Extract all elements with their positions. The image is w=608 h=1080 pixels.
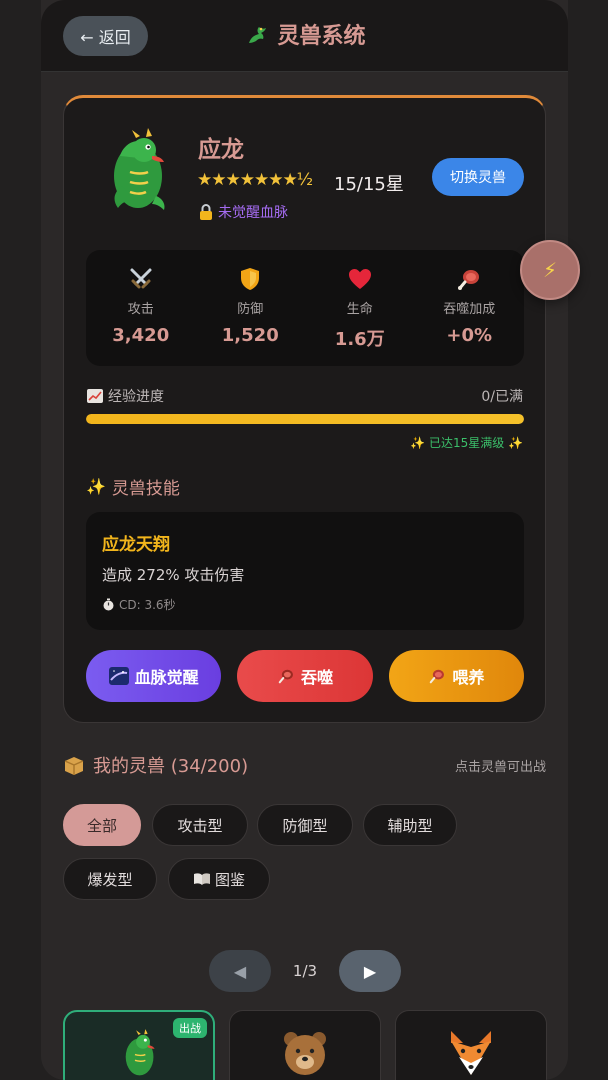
skill-heading-text: 灵兽技能: [111, 479, 180, 499]
skill-description: 造成 272% 攻击伤害: [102, 566, 245, 584]
stat-attack: 攻击 3,420: [86, 250, 196, 366]
exp-label-text: 经验进度: [108, 389, 164, 405]
exp-value: 0/已满: [481, 389, 523, 405]
meat-icon: [458, 270, 480, 290]
stat-value: 1,520: [221, 325, 279, 346]
swords-icon: [130, 268, 152, 289]
max-level-note: ✨ 已达15星满级 ✨: [410, 436, 523, 450]
prev-page-button[interactable]: ◀: [209, 950, 271, 992]
bloodline-status: 未觉醒血脉: [198, 202, 288, 222]
beast-detail-card: 应龙 ★★★★★★★½ 15/15星 未觉醒血脉 切换灵兽 攻击 3,420 防…: [63, 95, 546, 723]
skill-heading: ✨ 灵兽技能: [86, 474, 180, 499]
awaken-bloodline-button[interactable]: 血脉觉醒: [86, 650, 222, 702]
star-count: 15/15星: [334, 174, 404, 195]
skill-cooldown: CD: 3.6秒: [102, 596, 176, 613]
stats-panel: 攻击 3,420 防御 1,520 生命 1.6万 吞噬加成 +0%: [86, 250, 524, 366]
pagination: ◀ 1/3 ▶: [209, 950, 401, 992]
skill-box: 应龙天翔 造成 272% 攻击伤害 CD: 3.6秒: [86, 512, 524, 630]
stat-label: 吞噬加成: [443, 302, 496, 317]
filter-codex[interactable]: 图鉴: [168, 858, 270, 900]
feed-button[interactable]: 喂养: [388, 650, 524, 702]
deployed-badge: 出战: [173, 1018, 207, 1038]
lightning-icon: ⚡: [542, 258, 558, 282]
shield-icon: [241, 268, 260, 290]
awaken-label: 血脉觉醒: [134, 668, 199, 687]
filter-all[interactable]: 全部: [63, 804, 141, 846]
devour-label: 吞噬: [300, 668, 333, 687]
deploy-hint: 点击灵兽可出战: [454, 760, 546, 775]
stat-label: 攻击: [127, 302, 154, 317]
sparkles-icon: ✨: [86, 477, 106, 496]
filter-burst[interactable]: 爆发型: [63, 858, 157, 900]
stopwatch-icon: [103, 598, 114, 611]
stat-defense: 防御 1,520: [196, 250, 306, 366]
skill-name: 应龙天翔: [102, 535, 170, 555]
beast-card[interactable]: [395, 1010, 547, 1080]
lock-icon: [200, 204, 212, 220]
feed-label: 喂养: [452, 668, 485, 687]
dragon-icon: [114, 128, 165, 210]
my-beasts-heading: 我的灵兽 (34/200): [63, 752, 248, 778]
heart-icon: [348, 269, 371, 289]
triangle-right-icon: ▶: [363, 961, 377, 981]
switch-beast-button[interactable]: 切换灵兽: [432, 158, 524, 196]
stat-value: +0%: [446, 325, 493, 346]
devour-button[interactable]: 吞噬: [237, 650, 373, 702]
quick-action-button[interactable]: ⚡: [520, 240, 580, 300]
beast-card[interactable]: [229, 1010, 381, 1080]
my-beasts-title: 我的灵兽 (34/200): [93, 756, 249, 777]
page-title: 灵兽系统: [41, 18, 568, 50]
filter-defense[interactable]: 防御型: [257, 804, 353, 846]
exp-progress-fill: [86, 414, 524, 424]
galaxy-icon: [108, 667, 129, 685]
app-screen: ← 返回 灵兽系统 应龙 ★★★★★★★½ 15/15星 未觉醒血脉 切换灵兽 …: [41, 0, 568, 1080]
beast-card[interactable]: 出战: [63, 1010, 215, 1080]
star-rating: ★★★★★★★½: [197, 170, 313, 190]
filter-codex-label: 图鉴: [214, 870, 245, 889]
stat-value: 1.6万: [334, 329, 385, 350]
stat-devour-bonus: 吞噬加成 +0%: [415, 250, 525, 366]
bear-icon: [284, 1032, 326, 1075]
bloodline-text: 未觉醒血脉: [218, 205, 288, 221]
filter-attack[interactable]: 攻击型: [152, 804, 248, 846]
meat-icon: [278, 669, 293, 684]
exp-progress-bar: [86, 414, 524, 424]
next-page-button[interactable]: ▶: [339, 950, 401, 992]
chart-icon: [87, 389, 103, 403]
action-buttons: 血脉觉醒 吞噬 喂养: [86, 650, 524, 702]
stat-value: 3,420: [112, 325, 170, 346]
book-icon: [193, 873, 210, 885]
dragon-icon: [249, 27, 267, 43]
dragon-icon: [125, 1029, 155, 1076]
skill-cooldown-text: CD: 3.6秒: [119, 598, 176, 612]
top-bar: ← 返回 灵兽系统: [41, 0, 568, 72]
page-title-text: 灵兽系统: [277, 24, 366, 49]
box-icon: [64, 757, 84, 775]
stat-label: 生命: [346, 302, 373, 317]
beast-name: 应龙: [198, 137, 244, 163]
stat-health: 生命 1.6万: [305, 250, 415, 366]
filter-support[interactable]: 辅助型: [363, 804, 457, 846]
meat-icon: [430, 669, 445, 684]
triangle-left-icon: ◀: [233, 961, 247, 981]
exp-label: 经验进度: [86, 386, 164, 406]
page-indicator: 1/3: [292, 962, 318, 980]
stat-label: 防御: [237, 302, 264, 317]
fox-icon: [451, 1031, 491, 1075]
